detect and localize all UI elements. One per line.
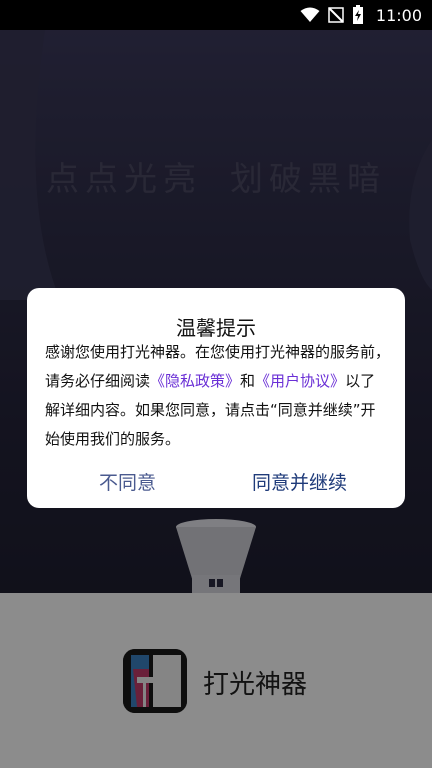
wifi-icon <box>300 7 320 22</box>
disagree-button[interactable]: 不同意 <box>99 468 156 495</box>
dialog-body-and: 和 <box>240 372 256 390</box>
battery-charging-icon <box>352 5 363 24</box>
status-icons: 11:00 <box>300 0 422 30</box>
privacy-policy-link[interactable]: 《隐私政策》 <box>150 372 240 390</box>
status-bar: 11:00 <box>0 0 432 30</box>
user-agreement-link[interactable]: 《用户协议》 <box>255 372 345 390</box>
agree-continue-button[interactable]: 同意并继续 <box>252 468 347 495</box>
dialog-body: 感谢您使用打光神器。在您使用打光神器的服务前，请务必仔细阅读《隐私政策》和《用户… <box>45 338 390 454</box>
privacy-dialog: 温馨提示 感谢您使用打光神器。在您使用打光神器的服务前，请务必仔细阅读《隐私政策… <box>27 288 405 508</box>
signal-off-icon <box>328 7 344 23</box>
dialog-title: 温馨提示 <box>176 316 256 340</box>
dialog-buttons: 不同意 同意并继续 <box>27 468 405 498</box>
status-time: 11:00 <box>375 5 422 25</box>
